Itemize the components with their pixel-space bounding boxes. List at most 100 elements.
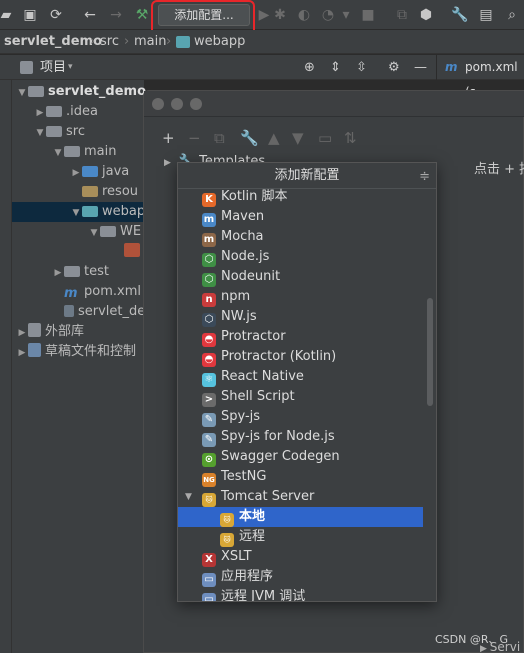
chevron-right-icon[interactable]: ▶: [16, 323, 28, 343]
gear-icon[interactable]: ⚙: [388, 55, 400, 80]
tree-item-pom[interactable]: m pom.xml: [52, 282, 141, 302]
config-type-item[interactable]: 🐱 远程: [178, 527, 423, 547]
config-type-item[interactable]: ◓ Protractor (Kotlin): [178, 347, 423, 367]
forward-icon[interactable]: →: [106, 5, 126, 25]
project-panel-title[interactable]: 项目: [40, 55, 66, 80]
tree-item-web-inf[interactable]: ▼ WE: [88, 222, 142, 243]
module-file-icon: [64, 305, 74, 317]
chevron-down-icon[interactable]: ▼: [52, 143, 64, 163]
config-type-item[interactable]: ▼ 🐱 Tomcat Server: [178, 487, 423, 507]
config-type-item[interactable]: ✎ Spy-js: [178, 407, 423, 427]
breadcrumb-separator: ›: [90, 34, 96, 49]
minimize-window-button[interactable]: [171, 98, 183, 110]
breadcrumb-src[interactable]: src: [100, 30, 119, 54]
chevron-right-icon[interactable]: ▶: [52, 263, 64, 283]
search-icon[interactable]: ⌕: [502, 5, 522, 25]
expand-all-icon[interactable]: ⇕: [330, 55, 341, 80]
tree-item-servlet-demo[interactable]: ▼ servlet_demo: [16, 82, 147, 103]
locate-icon[interactable]: ⊕: [304, 55, 315, 80]
folder-icon: [176, 36, 190, 48]
config-type-item[interactable]: ⬡ Nodeunit: [178, 267, 423, 287]
popup-scrollbar[interactable]: [427, 298, 433, 406]
tree-item-external-libs[interactable]: ▶ 外部库: [16, 322, 84, 342]
tree-item-web-xml[interactable]: [124, 242, 144, 262]
tree-item-test[interactable]: ▶ test: [52, 262, 109, 282]
config-type-item[interactable]: ▭ 应用程序: [178, 567, 423, 587]
close-window-button[interactable]: [152, 98, 164, 110]
collapse-all-icon[interactable]: ⇳: [356, 55, 367, 80]
chevron-right-icon: ▶: [480, 644, 490, 653]
config-type-item[interactable]: > Shell Script: [178, 387, 423, 407]
project-structure-icon[interactable]: ▤: [476, 5, 496, 25]
config-type-item[interactable]: K Kotlin 脚本: [178, 187, 423, 207]
chevron-right-icon[interactable]: ▶: [70, 163, 82, 183]
tree-item-idea[interactable]: ▶ .idea: [34, 102, 98, 122]
breadcrumb-project[interactable]: servlet_demo: [4, 30, 102, 54]
config-type-item[interactable]: ◓ Protractor: [178, 327, 423, 347]
chevron-down-icon[interactable]: ▼: [88, 223, 100, 243]
config-type-item[interactable]: 🐱 本地: [178, 507, 423, 527]
chevron-down-icon[interactable]: ▾: [68, 55, 73, 80]
chevron-right-icon[interactable]: ▶: [164, 158, 171, 168]
remove-icon[interactable]: −: [188, 129, 201, 147]
config-type-item[interactable]: ⬡ NW.js: [178, 307, 423, 327]
settings-wrench-icon[interactable]: 🔧: [450, 5, 470, 25]
stop-icon[interactable]: ■: [358, 5, 378, 25]
chevron-down-icon[interactable]: ▼: [16, 83, 28, 103]
debug-icon[interactable]: ✱: [270, 5, 290, 25]
config-type-item[interactable]: ⚛ React Native: [178, 367, 423, 387]
chevron-down-icon[interactable]: ▼: [34, 123, 46, 143]
config-type-item[interactable]: n npm: [178, 287, 423, 307]
add-icon[interactable]: +: [162, 129, 175, 147]
move-down-icon[interactable]: ▼: [292, 129, 304, 147]
maximize-window-button[interactable]: [190, 98, 202, 110]
tree-item-webapp[interactable]: ▼ webapp: [12, 202, 153, 223]
config-type-item[interactable]: NG TestNG: [178, 467, 423, 487]
refresh-icon[interactable]: ⟳: [46, 5, 66, 25]
tree-item-label: resou: [102, 184, 139, 199]
copy-icon[interactable]: ⧉: [214, 129, 225, 147]
config-type-item[interactable]: m Mocha: [178, 227, 423, 247]
breadcrumb-webapp[interactable]: webapp: [194, 30, 245, 54]
resources-folder-icon: [82, 186, 98, 197]
tree-item-scratches[interactable]: ▶ 草稿文件和控制: [16, 342, 136, 362]
config-type-item[interactable]: m Maven: [178, 207, 423, 227]
wrench-icon[interactable]: 🔧: [240, 129, 259, 147]
breadcrumb-main[interactable]: main: [134, 30, 166, 54]
breadcrumb-separator: ›: [166, 34, 172, 49]
config-type-item[interactable]: ⬡ Node.js: [178, 247, 423, 267]
back-icon[interactable]: ←: [80, 5, 100, 25]
open-folder-icon[interactable]: ▰: [0, 5, 16, 25]
tree-item-java[interactable]: ▶ java: [70, 162, 130, 183]
config-type-label: Protractor (Kotlin): [221, 349, 337, 364]
move-up-icon[interactable]: ▲: [268, 129, 280, 147]
chevron-down-icon[interactable]: ▾: [336, 5, 356, 25]
minimize-icon[interactable]: —: [414, 55, 427, 80]
chevron-right-icon[interactable]: ▶: [16, 343, 28, 363]
services-fragment[interactable]: ▶ Servi: [480, 640, 520, 653]
tree-item-label: test: [84, 264, 109, 279]
new-folder-icon[interactable]: ▭: [318, 129, 332, 147]
chevron-down-icon[interactable]: ▼: [70, 203, 82, 223]
config-type-label: Spy-js for Node.js: [221, 429, 335, 444]
tree-item-main[interactable]: ▼ main: [52, 142, 117, 163]
config-type-item[interactable]: ✎ Spy-js for Node.js: [178, 427, 423, 447]
build-hammer-icon[interactable]: ⚒: [132, 5, 152, 25]
config-type-item[interactable]: ▭ 远程 JVM 调试: [178, 587, 423, 601]
filter-icon[interactable]: ≑: [419, 169, 430, 184]
tree-item-resources[interactable]: resou: [70, 182, 138, 202]
chevron-down-icon[interactable]: ▼: [185, 487, 192, 507]
config-type-item[interactable]: ⊙ Swagger Codegen: [178, 447, 423, 467]
tree-item-label: java: [102, 164, 130, 179]
maven-icon: m: [445, 60, 458, 74]
tree-item-src[interactable]: ▼ src: [34, 122, 85, 142]
config-type-item[interactable]: X XSLT: [178, 547, 423, 567]
attach-icon[interactable]: ⧉: [392, 5, 412, 25]
update-icon[interactable]: ⬢: [416, 5, 436, 25]
chevron-right-icon[interactable]: ▶: [34, 103, 46, 123]
profile-icon[interactable]: ◔: [318, 5, 338, 25]
save-icon[interactable]: ▣: [20, 5, 40, 25]
coverage-icon[interactable]: ◐: [294, 5, 314, 25]
project-side-tab[interactable]: 项: [0, 55, 12, 653]
sort-icon[interactable]: ⇅: [344, 129, 357, 147]
